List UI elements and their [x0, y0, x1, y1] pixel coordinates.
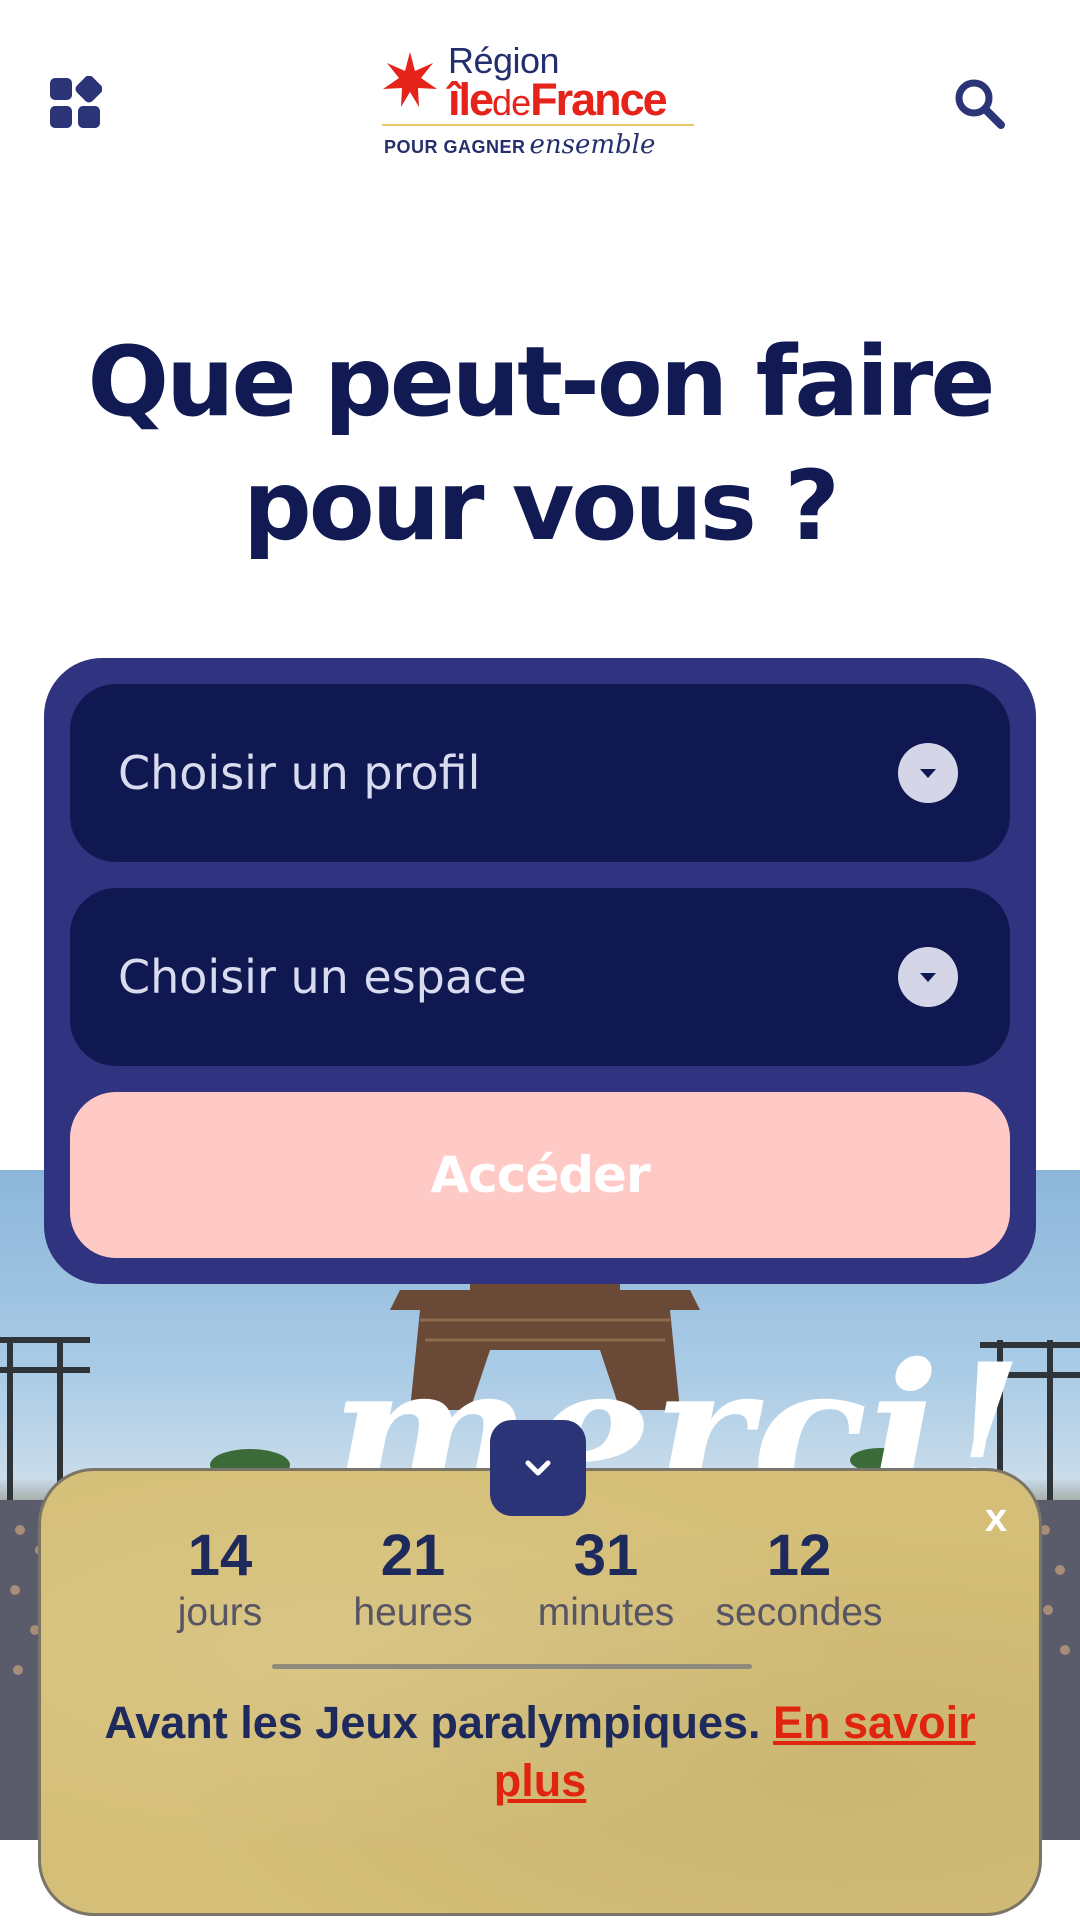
access-button[interactable]: Accéder — [70, 1092, 1010, 1258]
logo-tagline: POUR GAGNER ensemble — [384, 130, 655, 160]
countdown-days: 14 jours — [125, 1520, 315, 1638]
countdown-hours-label: heures — [353, 1591, 473, 1634]
site-header: Région îledeFrance POUR GAGNER ensemble — [0, 0, 1080, 200]
region-logo[interactable]: Région îledeFrance POUR GAGNER ensemble — [380, 36, 710, 166]
chevron-down-icon — [898, 743, 958, 803]
search-icon[interactable] — [950, 74, 1010, 134]
collapse-banner-button[interactable] — [490, 1420, 586, 1516]
countdown-seconds-value: 12 — [766, 1523, 832, 1588]
space-select[interactable]: Choisir un espace — [70, 888, 1010, 1066]
countdown-divider — [272, 1664, 752, 1669]
logo-france-text: France — [530, 74, 668, 125]
countdown-minutes-label: minutes — [537, 1591, 675, 1634]
countdown-minutes: 31 minutes — [511, 1520, 701, 1638]
logo-tagline-caps: POUR GAGNER — [384, 137, 526, 157]
page-title: Que peut-on faire pour vous ? — [87, 326, 995, 562]
space-select-label: Choisir un espace — [118, 950, 527, 1004]
chevron-down-icon — [898, 947, 958, 1007]
logo-ile-text: île — [448, 74, 494, 125]
countdown-minutes-value: 31 — [573, 1523, 639, 1588]
logo-name: îledeFrance — [448, 74, 668, 126]
countdown-days-value: 14 — [187, 1523, 253, 1588]
chevron-down-icon — [525, 1460, 551, 1476]
logo-tagline-script: ensemble — [529, 130, 656, 160]
countdown-hours-value: 21 — [380, 1523, 446, 1588]
page: Région îledeFrance POUR GAGNER ensemble Q… — [0, 0, 1080, 1920]
countdown-seconds: 12 secondes — [704, 1520, 894, 1638]
logo-divider — [382, 124, 694, 126]
logo-de-text: de — [492, 82, 531, 123]
apps-grid-icon[interactable] — [48, 75, 103, 130]
countdown-days-label: jours — [177, 1591, 263, 1634]
countdown-message-text: Avant les Jeux paralympiques. — [104, 1697, 761, 1748]
countdown-seconds-label: secondes — [715, 1591, 883, 1634]
countdown-hours: 21 heures — [318, 1520, 508, 1638]
profile-selector-card: Choisir un profil Choisir un espace Accé… — [44, 658, 1036, 1284]
close-banner-button[interactable]: x — [974, 1496, 1018, 1540]
star-logo-icon — [383, 52, 437, 107]
profile-select[interactable]: Choisir un profil — [70, 684, 1010, 862]
countdown-message: Avant les Jeux paralympiques. En savoir … — [90, 1694, 990, 1810]
profile-select-label: Choisir un profil — [118, 746, 481, 800]
